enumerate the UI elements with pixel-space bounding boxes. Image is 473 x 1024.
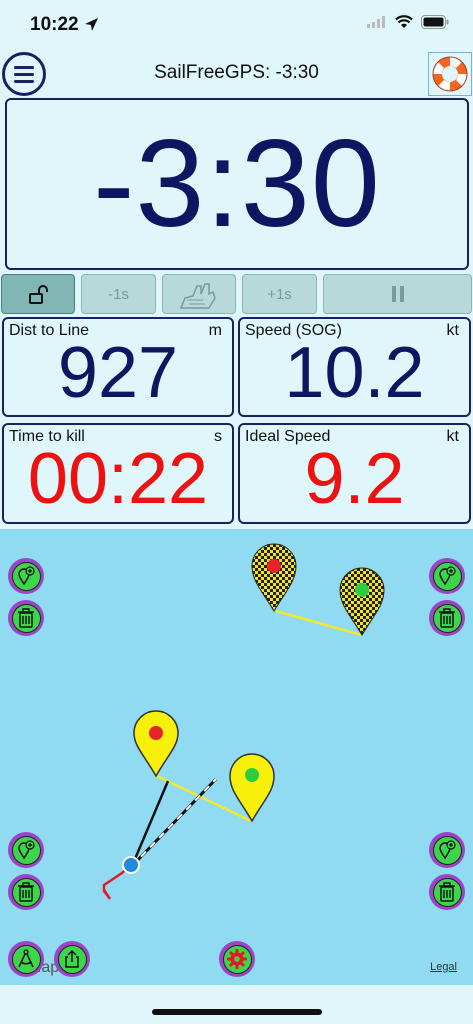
trash-icon <box>439 882 455 902</box>
add-start-pin-right-button[interactable] <box>429 832 465 868</box>
lock-button[interactable] <box>1 274 75 314</box>
trash-icon <box>439 608 455 628</box>
add-start-pin-left-button[interactable] <box>8 832 44 868</box>
start-pin-left[interactable] <box>133 710 179 778</box>
wifi-icon <box>395 15 413 28</box>
dist-to-line-tile[interactable]: Dist to Line m 927 <box>2 317 234 417</box>
delete-far-pin-right-button[interactable] <box>429 600 465 636</box>
pause-button[interactable] <box>323 274 472 314</box>
compass-button[interactable] <box>8 941 44 977</box>
add-pin-icon <box>439 566 456 586</box>
far-pin-left[interactable] <box>251 543 297 612</box>
pause-icon <box>391 286 404 302</box>
add-pin-icon <box>439 840 456 860</box>
status-time: 10:22 <box>30 14 79 35</box>
add-far-pin-left-button[interactable] <box>8 558 44 594</box>
home-area <box>0 985 473 1024</box>
battery-icon <box>421 15 449 29</box>
countdown-timer[interactable]: -3:30 <box>5 98 469 270</box>
unlocked-padlock-icon <box>29 285 48 304</box>
layline <box>130 780 170 867</box>
life-ring-icon <box>432 56 468 92</box>
countdown-value: -3:30 <box>93 115 381 253</box>
legal-link[interactable]: Legal <box>430 961 457 973</box>
home-indicator[interactable] <box>152 1009 322 1015</box>
add-pin-icon <box>18 840 35 860</box>
dist-to-line-value: 927 <box>57 333 179 413</box>
ideal-speed-value: 9.2 <box>304 439 405 519</box>
delete-far-pin-left-button[interactable] <box>8 600 44 636</box>
hand-sync-icon <box>179 283 216 309</box>
ideal-speed-tile[interactable]: Ideal Speed kt 9.2 <box>238 423 471 524</box>
add-pin-icon <box>18 566 35 586</box>
sync-button[interactable] <box>162 274 236 314</box>
page-title: SailFreeGPS: -3:30 <box>154 62 319 83</box>
minus-one-second-button[interactable]: -1s <box>81 274 156 314</box>
map-overlay <box>102 543 385 900</box>
minus-one-second-label: -1s <box>108 285 129 303</box>
speed-sog-tile[interactable]: Speed (SOG) kt 10.2 <box>238 317 471 417</box>
delete-start-pin-left-button[interactable] <box>8 874 44 910</box>
trash-icon <box>18 882 34 902</box>
map-view[interactable]: Map Legal <box>0 529 473 985</box>
boat-position <box>122 856 140 874</box>
trash-icon <box>18 608 34 628</box>
life-ring-button[interactable] <box>428 52 472 96</box>
settings-button[interactable] <box>219 941 255 977</box>
start-pin-right[interactable] <box>229 753 275 823</box>
speed-sog-value: 10.2 <box>284 333 425 413</box>
time-to-kill-tile[interactable]: Time to kill s 00:22 <box>2 423 234 524</box>
nav-bar: SailFreeGPS: -3:30 <box>0 50 473 96</box>
far-pin-right[interactable] <box>339 567 385 636</box>
location-arrow-icon <box>85 18 98 31</box>
plus-one-second-label: +1s <box>267 285 292 303</box>
add-far-pin-right-button[interactable] <box>429 558 465 594</box>
status-bar: 10:22 <box>0 0 473 50</box>
plus-one-second-button[interactable]: +1s <box>242 274 317 314</box>
delete-start-pin-right-button[interactable] <box>429 874 465 910</box>
drafting-compass-icon <box>18 949 34 968</box>
share-button[interactable] <box>54 941 90 977</box>
share-icon <box>65 949 79 968</box>
cellular-signal-icon <box>367 16 385 28</box>
gear-icon <box>227 949 247 969</box>
timer-controls: -1s +1s <box>0 274 473 314</box>
far-start-line <box>275 609 362 637</box>
time-to-kill-value: 00:22 <box>27 439 209 519</box>
